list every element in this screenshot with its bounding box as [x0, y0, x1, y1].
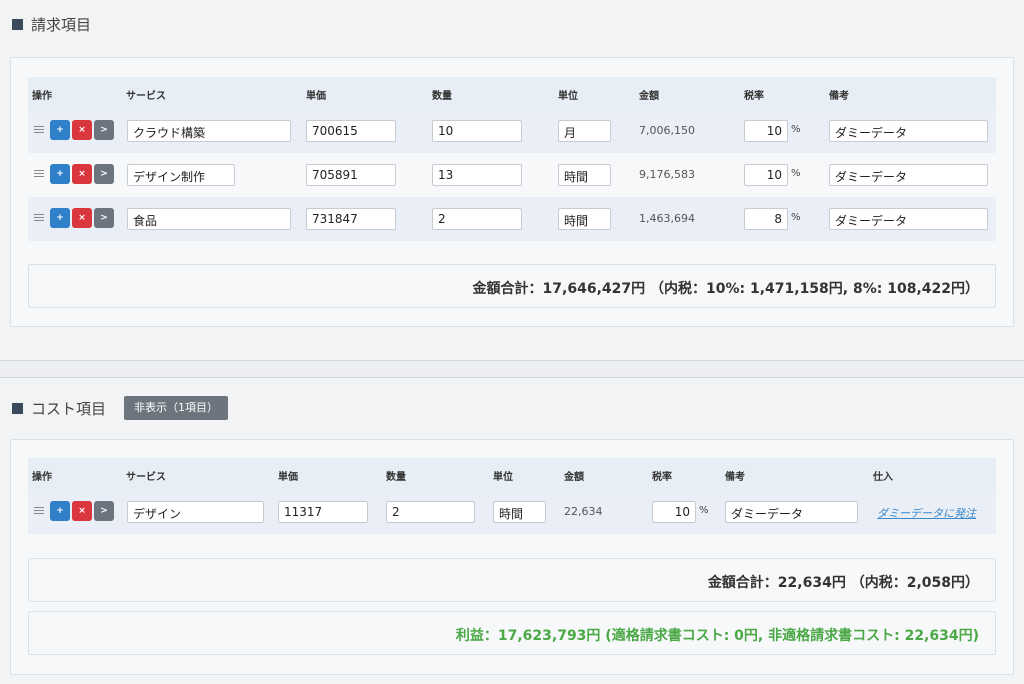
drag-handle-icon[interactable]	[34, 170, 44, 179]
qty-input[interactable]: 2	[386, 501, 475, 523]
cost-section-title: コスト項目 非表示（1項目）	[12, 396, 229, 420]
qty-input[interactable]: 13	[432, 164, 522, 186]
cost-title: コスト項目	[31, 399, 107, 418]
th-tax: 税率	[652, 472, 672, 483]
billing-section-title: 請求項目	[12, 14, 91, 35]
note-input[interactable]: ダミーデータ	[829, 164, 988, 186]
move-row-button[interactable]: >	[94, 120, 114, 140]
service-input[interactable]: デザイン制作	[127, 164, 235, 186]
cost-table-header: 操作 サービス 単価 数量 単位 金額 税率 備考 仕入	[28, 458, 996, 490]
move-row-button[interactable]: >	[94, 208, 114, 228]
note-input[interactable]: ダミーデータ	[725, 501, 858, 523]
unit-price-input[interactable]: 705891	[306, 164, 396, 186]
square-bullet-icon	[12, 402, 23, 414]
th-unit: 単位	[493, 472, 513, 483]
unit-price-input[interactable]: 11317	[278, 501, 368, 523]
billing-table: 操作 サービス 単価 数量 単位 金額 税率 備考 + × > クラウド構築 7…	[28, 77, 996, 241]
cost-total: 金額合計：22,634円 （内税：2,058円）	[707, 575, 979, 591]
unit-price-input[interactable]: 731847	[306, 208, 396, 230]
note-input[interactable]: ダミーデータ	[829, 120, 988, 142]
tax-input[interactable]: 10	[744, 164, 788, 186]
section-divider	[0, 360, 1024, 378]
amount-value: 9,176,583	[639, 168, 695, 181]
th-tax: 税率	[744, 91, 764, 102]
add-row-button[interactable]: +	[50, 164, 70, 184]
table-row: + × > 食品 731847 2 時間 1,463,694 8 % ダミーデー…	[28, 197, 996, 241]
profit-box: 利益：17,623,793円 (適格請求書コスト: 0円, 非適格請求書コスト:…	[28, 611, 996, 655]
th-amount: 金額	[564, 472, 584, 483]
billing-total: 金額合計：17,646,427円 （内税：10%: 1,471,158円, 8%…	[472, 281, 979, 297]
qty-input[interactable]: 2	[432, 208, 522, 230]
note-input[interactable]: ダミーデータ	[829, 208, 988, 230]
remove-row-button[interactable]: ×	[72, 208, 92, 228]
table-row: + × > デザイン 11317 2 時間 22,634 10 % ダミーデータ…	[28, 490, 996, 534]
service-input[interactable]: 食品	[127, 208, 291, 230]
table-row: + × > クラウド構築 700615 10 月 7,006,150 10 % …	[28, 109, 996, 153]
drag-handle-icon[interactable]	[34, 214, 44, 223]
add-row-button[interactable]: +	[50, 208, 70, 228]
unit-input[interactable]: 時間	[558, 164, 611, 186]
percent-label: %	[699, 505, 709, 516]
add-row-button[interactable]: +	[50, 501, 70, 521]
th-operation: 操作	[32, 472, 52, 483]
amount-value: 22,634	[564, 505, 603, 518]
th-service: サービス	[126, 472, 166, 483]
th-unit-price: 単価	[306, 91, 326, 102]
square-bullet-icon	[12, 19, 23, 30]
tax-input[interactable]: 8	[744, 208, 788, 230]
th-note: 備考	[829, 91, 849, 102]
service-input[interactable]: デザイン	[127, 501, 264, 523]
table-row: + × > デザイン制作 705891 13 時間 9,176,583 10 %…	[28, 153, 996, 197]
hide-items-button[interactable]: 非表示（1項目）	[124, 396, 229, 420]
th-unit: 単位	[558, 91, 578, 102]
tax-input[interactable]: 10	[744, 120, 788, 142]
billing-title: 請求項目	[31, 16, 92, 34]
th-operation: 操作	[32, 91, 52, 102]
service-input[interactable]: クラウド構築	[127, 120, 291, 142]
cost-table: 操作 サービス 単価 数量 単位 金額 税率 備考 仕入 + × > デザイン …	[28, 458, 996, 534]
unit-input[interactable]: 月	[558, 120, 611, 142]
add-row-button[interactable]: +	[50, 120, 70, 140]
th-qty: 数量	[432, 91, 452, 102]
amount-value: 1,463,694	[639, 212, 695, 225]
percent-label: %	[791, 168, 801, 179]
unit-input[interactable]: 時間	[558, 208, 611, 230]
th-qty: 数量	[386, 472, 406, 483]
remove-row-button[interactable]: ×	[72, 501, 92, 521]
unit-price-input[interactable]: 700615	[306, 120, 396, 142]
th-amount: 金額	[639, 91, 659, 102]
drag-handle-icon[interactable]	[34, 507, 44, 516]
cost-total-box: 金額合計：22,634円 （内税：2,058円）	[28, 558, 996, 602]
drag-handle-icon[interactable]	[34, 126, 44, 135]
th-unit-price: 単価	[278, 472, 298, 483]
tax-input[interactable]: 10	[652, 501, 696, 523]
move-row-button[interactable]: >	[94, 164, 114, 184]
remove-row-button[interactable]: ×	[72, 164, 92, 184]
th-service: サービス	[126, 91, 166, 102]
remove-row-button[interactable]: ×	[72, 120, 92, 140]
profit-total: 利益：17,623,793円 (適格請求書コスト: 0円, 非適格請求書コスト:…	[455, 628, 979, 644]
amount-value: 7,006,150	[639, 124, 695, 137]
th-purchase: 仕入	[873, 472, 893, 483]
unit-input[interactable]: 時間	[493, 501, 546, 523]
move-row-button[interactable]: >	[94, 501, 114, 521]
qty-input[interactable]: 10	[432, 120, 522, 142]
percent-label: %	[791, 212, 801, 223]
order-link[interactable]: ダミーデータに発注	[877, 505, 976, 521]
th-note: 備考	[725, 472, 745, 483]
billing-table-header: 操作 サービス 単価 数量 単位 金額 税率 備考	[28, 77, 996, 109]
billing-total-box: 金額合計：17,646,427円 （内税：10%: 1,471,158円, 8%…	[28, 264, 996, 308]
percent-label: %	[791, 124, 801, 135]
